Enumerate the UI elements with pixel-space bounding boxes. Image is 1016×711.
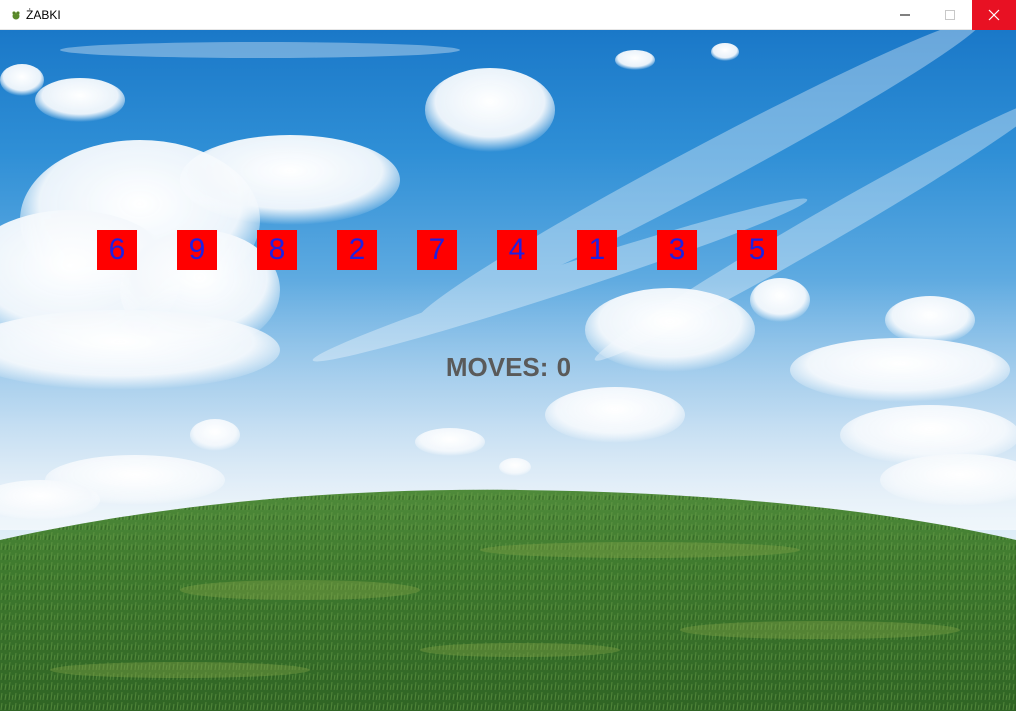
maximize-icon bbox=[944, 10, 955, 20]
title-bar: ŻABKI bbox=[0, 0, 1016, 30]
window-title: ŻABKI bbox=[26, 7, 61, 22]
number-tile[interactable]: 3 bbox=[657, 230, 697, 270]
number-tile[interactable]: 1 bbox=[577, 230, 617, 270]
number-tile[interactable]: 8 bbox=[257, 230, 297, 270]
game-window: ŻABKI 6 9 8 2 7 4 1 3 5 MOVES: 0 bbox=[0, 0, 1016, 711]
number-tile[interactable]: 2 bbox=[337, 230, 377, 270]
minimize-icon bbox=[899, 14, 910, 16]
moves-counter: MOVES: 0 bbox=[0, 352, 1016, 383]
close-icon bbox=[988, 9, 1000, 21]
close-button[interactable] bbox=[972, 0, 1016, 30]
number-tile[interactable]: 5 bbox=[737, 230, 777, 270]
number-tile[interactable]: 4 bbox=[497, 230, 537, 270]
number-tile[interactable]: 7 bbox=[417, 230, 457, 270]
game-scene: 6 9 8 2 7 4 1 3 5 MOVES: 0 bbox=[0, 30, 1016, 711]
frog-icon bbox=[8, 0, 24, 30]
moves-label: MOVES: bbox=[445, 352, 549, 382]
number-tile[interactable]: 9 bbox=[177, 230, 217, 270]
minimize-button[interactable] bbox=[882, 0, 927, 30]
window-controls bbox=[882, 0, 1016, 30]
moves-count: 0 bbox=[556, 352, 572, 382]
number-tile[interactable]: 6 bbox=[97, 230, 137, 270]
maximize-button[interactable] bbox=[927, 0, 972, 30]
